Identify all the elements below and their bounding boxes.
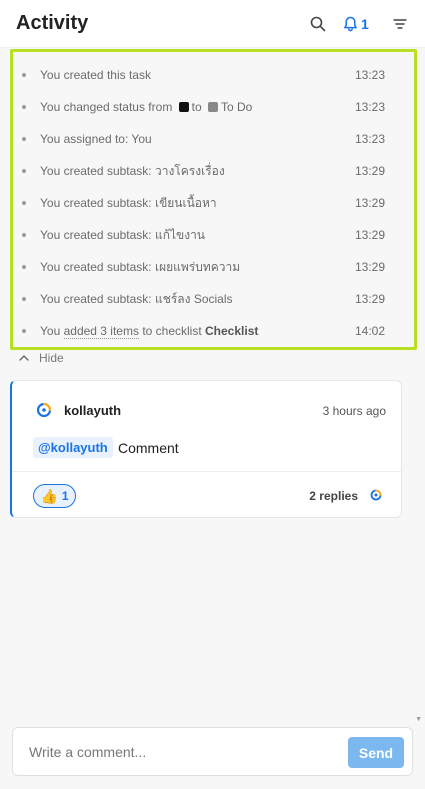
- activity-time: 14:02: [354, 324, 385, 338]
- divider: [12, 471, 401, 472]
- hide-activity-toggle[interactable]: Hide: [19, 351, 64, 365]
- activity-text-part: You created subtask: เขียนเนื้อหา: [40, 195, 217, 210]
- bullet-icon: [22, 329, 26, 333]
- checklist-items-link[interactable]: added 3 items: [63, 324, 139, 339]
- notifications-button[interactable]: 1: [343, 14, 369, 34]
- activity-text-part: To Do: [221, 100, 253, 114]
- activity-text-part: You created this task: [40, 68, 151, 82]
- reply-avatar: [370, 489, 382, 501]
- reaction-thumbs-up-button[interactable]: 👍 1: [33, 484, 76, 508]
- bullet-icon: [22, 137, 26, 141]
- reaction-count: 1: [61, 489, 69, 503]
- thumbs-up-icon: 👍: [40, 487, 58, 504]
- checklist-name: Checklist: [205, 324, 259, 338]
- activity-item: You assigned to: You 13:23: [13, 123, 414, 155]
- activity-item: You changed status from to To Do 13:23: [13, 91, 414, 123]
- activity-item: You added 3 items to checklist Checklist…: [13, 315, 414, 347]
- activity-text-part: You created subtask: วางโครงเรื่อง: [40, 163, 225, 178]
- activity-time: 13:29: [354, 196, 385, 210]
- activity-time: 13:23: [354, 68, 385, 82]
- activity-time: 13:29: [354, 260, 385, 274]
- activity-text-part: You assigned to: You: [40, 132, 152, 146]
- comment-timestamp: 3 hours ago: [322, 404, 386, 418]
- avatar: [36, 402, 52, 418]
- activity-text-part: You created subtask: เผยแพร่บทความ: [40, 259, 241, 274]
- activity-text-part: to checklist: [138, 324, 206, 338]
- comment-text: Comment: [118, 440, 179, 456]
- bullet-icon: [22, 169, 26, 173]
- activity-text-part: You changed status from: [40, 100, 176, 114]
- page-title: Activity: [16, 12, 89, 34]
- bullet-icon: [22, 297, 26, 301]
- notification-count: 1: [361, 16, 369, 32]
- activity-item: You created subtask: แชร์ลง Socials 13:29: [13, 283, 414, 315]
- bullet-icon: [22, 105, 26, 109]
- activity-text: You assigned to: You: [40, 132, 152, 146]
- activity-text-part: to: [191, 100, 205, 114]
- replies-link[interactable]: 2 replies: [309, 489, 358, 503]
- filter-button[interactable]: [393, 14, 407, 34]
- bullet-icon: [22, 233, 26, 237]
- activity-text-part: You created subtask: แก้ไขงาน: [40, 227, 206, 242]
- bullet-icon: [22, 201, 26, 205]
- activity-item: You created subtask: เผยแพร่บทความ 13:29: [13, 251, 414, 283]
- comment-input[interactable]: [23, 740, 343, 764]
- activity-item: You created subtask: เขียนเนื้อหา 13:29: [13, 187, 414, 219]
- activity-time: 13:29: [354, 164, 385, 178]
- activity-text: You created subtask: แชร์ลง Socials: [40, 290, 233, 309]
- activity-item: You created subtask: แก้ไขงาน 13:29: [13, 219, 414, 251]
- status-color-swatch: [208, 102, 218, 112]
- bullet-icon: [22, 265, 26, 269]
- search-button[interactable]: [310, 14, 326, 34]
- comment-username[interactable]: kollayuth: [64, 403, 121, 418]
- bullet-icon: [22, 73, 26, 77]
- activity-text: You created subtask: เขียนเนื้อหา: [40, 194, 217, 213]
- chevron-up-icon: [19, 355, 29, 361]
- activity-log: You created this task 13:23 You changed st…: [10, 49, 417, 350]
- activity-text-part: You created subtask: แชร์ลง Socials: [40, 291, 233, 306]
- activity-text-part: You: [40, 324, 64, 338]
- mention-tag[interactable]: @kollayuth: [33, 437, 113, 458]
- activity-time: 13:23: [354, 132, 385, 146]
- activity-time: 13:29: [354, 292, 385, 306]
- comment-composer: Send: [12, 727, 413, 776]
- status-color-swatch: [178, 102, 189, 112]
- activity-text: You added 3 items to checklist Checklist: [40, 324, 259, 339]
- activity-text: You created subtask: เผยแพร่บทความ: [40, 258, 240, 277]
- activity-time: 13:29: [354, 228, 385, 242]
- send-button[interactable]: Send: [348, 737, 404, 768]
- activity-text: You changed status from to To Do: [40, 100, 252, 114]
- search-icon: [310, 16, 326, 32]
- activity-text: You created subtask: แก้ไขงาน: [40, 226, 205, 245]
- activity-text: You created this task: [40, 68, 151, 82]
- comment-card: kollayuth 3 hours ago @kollayuth Comment…: [10, 380, 402, 518]
- hide-label: Hide: [39, 351, 64, 365]
- activity-text: You created subtask: วางโครงเรื่อง: [40, 162, 225, 181]
- filter-icon: [393, 19, 407, 29]
- activity-item: You created this task 13:23: [13, 59, 414, 91]
- bell-icon: [344, 16, 357, 32]
- activity-time: 13:23: [354, 100, 385, 114]
- header: Activity 1: [0, 0, 425, 48]
- activity-item: You created subtask: วางโครงเรื่อง 13:29: [13, 155, 414, 187]
- scroll-down-icon[interactable]: ▼: [415, 716, 422, 723]
